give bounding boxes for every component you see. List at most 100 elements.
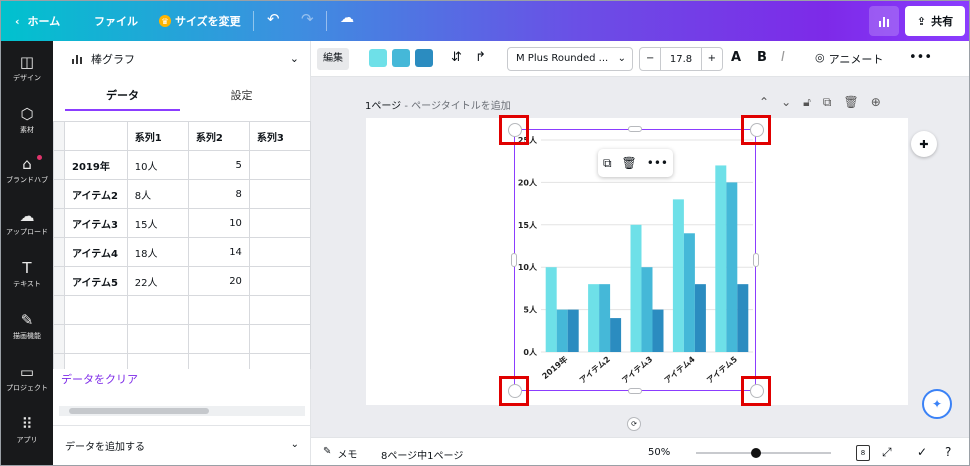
page-label[interactable]: 1ページ - ページタイトルを追加 xyxy=(365,97,511,112)
resize-handle-bottom[interactable] xyxy=(628,388,642,394)
zoom-slider-knob[interactable] xyxy=(751,448,761,458)
notes-button[interactable]: ✎ メモ xyxy=(323,446,357,461)
table-cell[interactable] xyxy=(63,121,128,151)
italic-icon[interactable]: I xyxy=(781,50,785,65)
text-color-icon[interactable]: A xyxy=(731,50,741,65)
file-menu[interactable]: ファイル xyxy=(94,13,138,29)
table-header-cell[interactable]: 系列1 xyxy=(126,121,189,151)
chart-icon[interactable] xyxy=(869,6,899,36)
table-cell[interactable]: 14 xyxy=(187,237,250,267)
rail-item-text[interactable]: T テキスト xyxy=(1,259,53,289)
edit-button[interactable]: 編集 xyxy=(317,48,349,70)
tab-settings[interactable]: 設定 xyxy=(184,81,299,111)
table-cell[interactable] xyxy=(126,324,189,354)
font-size-value[interactable]: 17.8 xyxy=(661,54,700,65)
rotate-handle[interactable]: ⟳ xyxy=(627,417,641,431)
page-grid-button[interactable]: 8 xyxy=(856,445,870,461)
table-cell[interactable] xyxy=(248,266,311,296)
curve-icon[interactable]: ↱ xyxy=(475,50,486,65)
row-handle[interactable] xyxy=(53,324,65,354)
table-cell[interactable]: アイテム3 xyxy=(63,208,128,238)
table-header-cell[interactable]: 系列3 xyxy=(248,121,311,151)
rail-item-apps[interactable]: ⠿ アプリ xyxy=(1,415,53,445)
zoom-level[interactable]: 50% xyxy=(648,447,670,458)
resize-button[interactable]: ♛ サイズを変更 xyxy=(159,13,241,29)
row-handle[interactable] xyxy=(53,237,65,267)
table-cell[interactable]: 20 xyxy=(187,266,250,296)
check-icon[interactable]: ✓ xyxy=(917,445,927,459)
table-cell[interactable] xyxy=(63,324,128,354)
row-handle[interactable] xyxy=(53,353,65,369)
home-button[interactable]: ‹ ホーム xyxy=(15,13,60,29)
chevron-up-icon[interactable]: ⌃ xyxy=(759,95,769,110)
chevron-down-icon[interactable]: ⌄ xyxy=(781,95,791,110)
add-comment-icon[interactable]: ✚ xyxy=(911,131,937,157)
duplicate-page-icon[interactable]: ⧉ xyxy=(823,95,832,110)
table-cell[interactable]: アイテム4 xyxy=(63,237,128,267)
clear-data-link[interactable]: データをクリア xyxy=(61,371,138,387)
font-selector[interactable]: M Plus Rounded ... ⌄ xyxy=(507,47,633,71)
table-cell[interactable] xyxy=(126,295,189,325)
magic-assistant-icon[interactable]: ✦ xyxy=(922,389,952,419)
resize-handle-top[interactable] xyxy=(628,126,642,132)
table-cell[interactable]: 8人 xyxy=(126,179,189,209)
table-cell[interactable] xyxy=(187,295,250,325)
rail-item-upload[interactable]: ☁ アップロード xyxy=(1,207,53,237)
color-swatch-2[interactable] xyxy=(392,49,410,67)
increase-size-button[interactable]: + xyxy=(700,48,722,70)
add-data-section[interactable]: データを追加する ⌄ xyxy=(53,425,311,465)
fullscreen-icon[interactable]: ⤢ xyxy=(882,445,892,460)
row-handle[interactable] xyxy=(53,295,65,325)
table-cell[interactable] xyxy=(187,324,250,354)
undo-icon[interactable]: ↶ xyxy=(267,10,280,28)
table-cell[interactable] xyxy=(63,353,128,369)
decrease-size-button[interactable]: − xyxy=(640,48,662,70)
rail-item-brand-hub[interactable]: ⌂ ブランドハブ xyxy=(1,155,53,185)
page-indicator[interactable]: 8ページ中1ページ xyxy=(381,447,463,462)
resize-handle-left[interactable] xyxy=(511,253,517,267)
table-cell[interactable]: 8 xyxy=(187,179,250,209)
scroll-thumb[interactable] xyxy=(69,408,209,414)
animate-button[interactable]: ◎ アニメート xyxy=(815,51,883,67)
chart-type-selector[interactable]: 棒グラフ ⌄ xyxy=(53,41,311,77)
rail-item-projects[interactable]: ▭ プロジェクト xyxy=(1,363,53,393)
table-cell[interactable] xyxy=(248,353,311,369)
resize-handle-right[interactable] xyxy=(753,253,759,267)
row-handle[interactable] xyxy=(53,121,65,151)
table-cell[interactable]: アイテム2 xyxy=(63,179,128,209)
bold-icon[interactable]: B xyxy=(757,50,767,65)
table-cell[interactable] xyxy=(63,295,128,325)
delete-icon[interactable]: 🗑︎ xyxy=(622,156,637,170)
horizontal-scrollbar[interactable] xyxy=(59,406,305,416)
table-cell[interactable] xyxy=(187,353,250,369)
table-cell[interactable]: 5 xyxy=(187,150,250,180)
table-cell[interactable] xyxy=(248,150,311,180)
zoom-slider[interactable] xyxy=(696,448,831,458)
more-icon[interactable]: ••• xyxy=(909,50,932,65)
share-button[interactable]: ⇪ 共有 xyxy=(905,6,965,36)
add-page-icon[interactable]: ⊕ xyxy=(871,95,881,110)
table-cell[interactable] xyxy=(248,324,311,354)
row-handle[interactable] xyxy=(53,150,65,180)
rail-item-design[interactable]: ◫ デザイン xyxy=(1,53,53,83)
table-cell[interactable]: 18人 xyxy=(126,237,189,267)
table-cell[interactable] xyxy=(248,237,311,267)
table-cell[interactable] xyxy=(248,179,311,209)
spacing-icon[interactable]: ⇵ xyxy=(451,50,462,65)
redo-icon[interactable]: ↷ xyxy=(301,10,314,28)
table-cell[interactable]: アイテム5 xyxy=(63,266,128,296)
color-swatch-3[interactable] xyxy=(415,49,433,67)
rail-item-elements[interactable]: ⬡ 素材 xyxy=(1,105,53,135)
table-cell[interactable] xyxy=(248,295,311,325)
table-cell[interactable]: 15人 xyxy=(126,208,189,238)
row-handle[interactable] xyxy=(53,208,65,238)
cloud-save-icon[interactable]: ☁ xyxy=(340,10,354,26)
table-cell[interactable]: 22人 xyxy=(126,266,189,296)
duplicate-icon[interactable]: ⧉ xyxy=(603,156,612,171)
lock-icon[interactable]: 🔓︎ xyxy=(803,95,811,110)
table-cell[interactable]: 2019年 xyxy=(63,150,128,180)
delete-page-icon[interactable]: 🗑︎ xyxy=(843,95,858,110)
table-cell[interactable] xyxy=(126,353,189,369)
row-handle[interactable] xyxy=(53,179,65,209)
table-cell[interactable]: 10 xyxy=(187,208,250,238)
